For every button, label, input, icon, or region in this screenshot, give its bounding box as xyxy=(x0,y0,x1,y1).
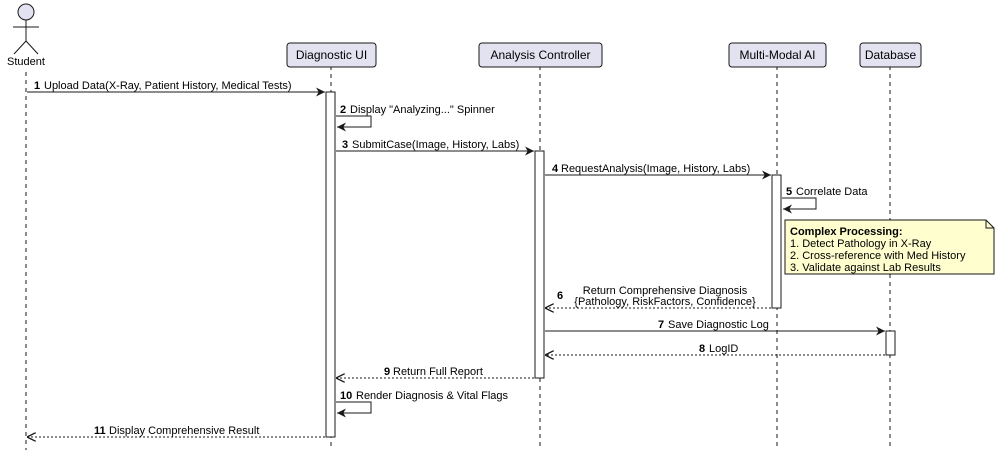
message-number: 7 xyxy=(658,319,664,331)
activation-diagnostic-ui xyxy=(325,91,336,438)
activation-multi-modal-ai xyxy=(771,174,782,309)
message-label: Render Diagnosis & Vital Flags xyxy=(356,390,509,402)
message-label: Return Full Report xyxy=(393,366,483,378)
message-2: 2 Display "Analyzing..." Spinner xyxy=(336,104,495,132)
participants: Diagnostic UI Analysis Controller Multi-… xyxy=(286,42,922,68)
note-title: Complex Processing: xyxy=(790,226,902,238)
message-number: 9 xyxy=(384,366,390,378)
participant-label-analysis-controller: Analysis Controller xyxy=(490,48,590,62)
message-label: RequestAnalysis(Image, History, Labs) xyxy=(561,163,750,175)
participant-label-database: Database xyxy=(865,48,917,62)
message-6: 6 Return Comprehensive Diagnosis {Pathol… xyxy=(545,285,771,308)
message-11: 11 Display Comprehensive Result xyxy=(27,425,325,437)
message-label: LogID xyxy=(709,343,738,355)
message-10: 10 Render Diagnosis & Vital Flags xyxy=(336,390,509,418)
actor-label: Student xyxy=(7,56,45,68)
message-label: Display "Analyzing..." Spinner xyxy=(350,104,495,116)
message-8: 8 LogID xyxy=(545,343,885,355)
activation-analysis-controller xyxy=(534,150,545,379)
message-label: SubmitCase(Image, History, Labs) xyxy=(352,139,519,151)
message-label-line-2: {Pathology, RiskFactors, Confidence} xyxy=(574,296,756,308)
message-number: 6 xyxy=(557,290,563,302)
message-5: 5 Correlate Data xyxy=(782,186,868,214)
message-number: 5 xyxy=(786,186,792,198)
message-number: 10 xyxy=(340,390,352,402)
note-complex-processing: Complex Processing: 1. Detect Pathology … xyxy=(784,219,995,275)
message-number: 8 xyxy=(699,343,705,355)
message-number: 11 xyxy=(94,425,106,437)
message-1: 1 Upload Data(X-Ray, Patient History, Me… xyxy=(27,80,325,97)
sequence-diagram: Student Diagnostic UI Analysis Controlle… xyxy=(7,3,995,450)
message-label: Correlate Data xyxy=(796,186,868,198)
note-line-1: 1. Detect Pathology in X-Ray xyxy=(790,238,932,250)
message-label: Display Comprehensive Result xyxy=(109,425,259,437)
activation-database xyxy=(885,330,896,356)
actor-student xyxy=(13,3,39,55)
message-4: 4 RequestAnalysis(Image, History, Labs) xyxy=(545,163,771,180)
message-number: 4 xyxy=(552,163,559,175)
note-line-3: 3. Validate against Lab Results xyxy=(790,262,941,274)
message-7: 7 Save Diagnostic Log xyxy=(545,319,885,336)
participant-label-diagnostic-ui: Diagnostic UI xyxy=(296,48,367,62)
message-number: 1 xyxy=(34,80,40,92)
message-3: 3 SubmitCase(Image, History, Labs) xyxy=(336,139,534,156)
actor-head-icon xyxy=(17,3,35,21)
message-label: Save Diagnostic Log xyxy=(668,319,769,331)
note-line-2: 2. Cross-reference with Med History xyxy=(790,250,966,262)
message-number: 2 xyxy=(340,104,346,116)
participant-label-multi-modal-ai: Multi-Modal AI xyxy=(739,48,815,62)
message-label: Upload Data(X-Ray, Patient History, Medi… xyxy=(44,80,292,92)
message-9: 9 Return Full Report xyxy=(336,366,534,378)
message-number: 3 xyxy=(342,139,348,151)
